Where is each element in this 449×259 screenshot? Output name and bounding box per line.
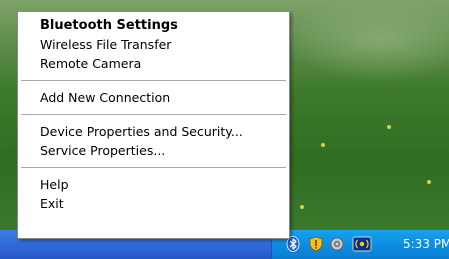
volume-speaker-icon[interactable] <box>329 236 345 252</box>
menu-item-add-new-connection[interactable]: Add New Connection <box>18 88 289 107</box>
menu-separator <box>21 114 286 115</box>
menu-separator <box>21 80 286 81</box>
menu-item-wireless-file-transfer[interactable]: Wireless File Transfer <box>18 35 289 54</box>
menu-item-service-properties[interactable]: Service Properties... <box>18 141 289 160</box>
menu-item-help[interactable]: Help <box>18 175 289 194</box>
flower-dot <box>321 143 325 147</box>
flower-dot <box>387 125 391 129</box>
security-shield-icon[interactable] <box>308 236 324 252</box>
flower-dot <box>300 205 304 209</box>
wireless-network-icon[interactable] <box>352 236 372 252</box>
menu-item-device-properties-security[interactable]: Device Properties and Security... <box>18 122 289 141</box>
flower-dot <box>427 180 431 184</box>
bluetooth-context-menu: Bluetooth Settings Wireless File Transfe… <box>17 11 290 239</box>
menu-item-bluetooth-settings[interactable]: Bluetooth Settings <box>18 16 289 35</box>
menu-item-exit[interactable]: Exit <box>18 194 289 213</box>
menu-item-remote-camera[interactable]: Remote Camera <box>18 54 289 73</box>
menu-separator <box>21 167 286 168</box>
tray-clock[interactable]: 5:33 PM <box>403 230 449 259</box>
